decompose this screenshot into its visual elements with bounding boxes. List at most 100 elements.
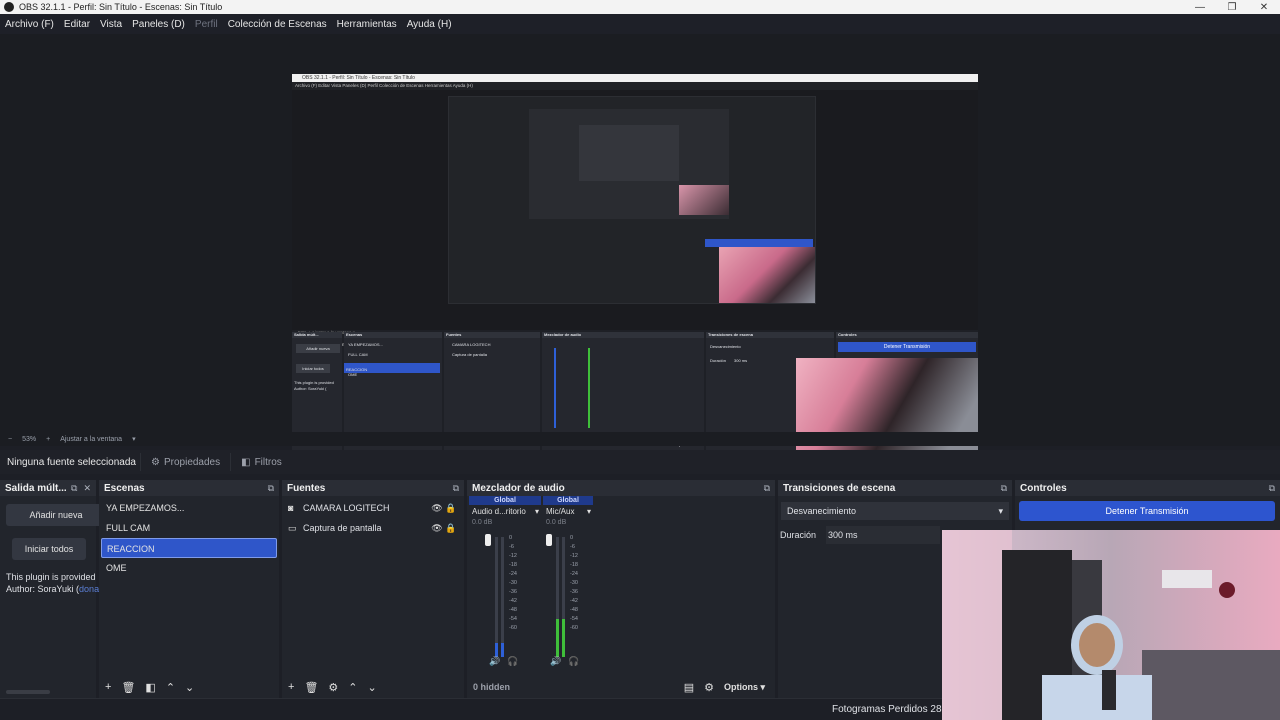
scene-item-selected[interactable]: REACCION [101, 538, 277, 558]
volume-scale-tick: -6 [509, 544, 514, 550]
filters-button[interactable]: ◧ Filtros [230, 453, 292, 471]
add-new-button[interactable]: Añadir nueva [6, 504, 106, 526]
lock-icon[interactable]: 🔒 [444, 523, 458, 534]
trash-icon[interactable]: 🗑 [304, 681, 318, 694]
undock-icon[interactable]: ⧉ [764, 483, 770, 494]
preview-area[interactable]: OBS 32.1.1 - Perfil: Sin Título - Escena… [0, 34, 1280, 460]
volume-scale-tick: -60 [570, 625, 578, 631]
volume-scale: 0 -6 -12 -18 -24 -30 -36 -42 -48 -54 -60 [570, 534, 578, 633]
menu-archivo[interactable]: Archivo (F) [5, 19, 54, 30]
maximize-button[interactable]: ❐ [1216, 2, 1248, 13]
move-down-icon[interactable]: ⌄ [185, 681, 194, 694]
nested-author: Author: SoraYuki ( [294, 386, 327, 391]
scene-item[interactable]: YA EMPEZAMOS... [101, 498, 277, 518]
volume-scale-tick: -24 [570, 571, 578, 577]
scene-item[interactable]: OME [101, 558, 277, 578]
scenes-toolbar: + 🗑 ◧ ⌃ ⌄ [99, 676, 279, 698]
menubar: Archivo (F) Editar Vista Paneles (D) Per… [0, 14, 1280, 34]
source-item[interactable]: ▭ Captura de pantalla 👁 🔒 [282, 518, 464, 538]
monitor-headphones-icon[interactable]: 🎧 [507, 656, 518, 667]
mute-icon[interactable]: 🔊 [489, 656, 500, 667]
properties-button[interactable]: ⚙ Propiedades [140, 453, 230, 471]
minimize-button[interactable]: — [1184, 2, 1216, 13]
duration-label: Duración [780, 530, 817, 540]
scene-item[interactable]: FULL CAM [101, 518, 277, 538]
nested-stop-button [705, 239, 813, 247]
options-button[interactable]: Options ▾ [724, 682, 765, 693]
volume-meter [556, 537, 559, 657]
volume-scale-tick: -42 [570, 598, 578, 604]
preview-canvas[interactable]: OBS 32.1.1 - Perfil: Sin Título - Escena… [292, 74, 978, 460]
volume-slider-knob[interactable] [546, 534, 552, 546]
volume-scale: 0 -6 -12 -18 -24 -30 -36 -42 -48 -54 -60 [509, 534, 517, 633]
output-scrollbar[interactable] [6, 690, 50, 694]
menu-paneles[interactable]: Paneles (D) [132, 19, 185, 30]
volume-meter [562, 537, 565, 657]
add-icon[interactable]: + [288, 681, 294, 693]
volume-meter [495, 537, 498, 657]
close-button[interactable]: ✕ [1248, 2, 1280, 13]
undock-icon[interactable]: ⧉ [453, 483, 459, 494]
monitor-headphones-icon[interactable]: 🎧 [568, 656, 579, 667]
hidden-count: 0 hidden [473, 682, 511, 692]
undock-icon[interactable]: ⧉ [268, 483, 274, 494]
zoom-dropdown-icon[interactable]: ▾ [132, 435, 136, 443]
lock-icon[interactable]: 🔒 [444, 503, 458, 514]
gear-icon: ⚙ [151, 456, 160, 468]
move-up-icon[interactable]: ⌃ [166, 681, 175, 694]
menu-editar[interactable]: Editar [64, 19, 90, 30]
filter-icon[interactable]: ◧ [145, 681, 155, 694]
move-down-icon[interactable]: ⌄ [368, 681, 377, 694]
eye-icon[interactable]: 👁 [430, 523, 444, 534]
channel-menu-icon[interactable]: ▾ [535, 507, 539, 519]
stop-stream-button[interactable]: Detener Transmisión [1019, 501, 1275, 521]
volume-scale-tick: -12 [570, 553, 578, 559]
nested-scene-0: YA EMPEZAMOS... [348, 342, 383, 347]
volume-scale-tick: 0 [509, 535, 513, 541]
volume-scale-tick: 0 [570, 535, 574, 541]
menu-perfil[interactable]: Perfil [195, 19, 218, 30]
advanced-audio-icon[interactable]: ⚙ [704, 681, 714, 694]
volume-scale-tick: -54 [509, 616, 517, 622]
move-up-icon[interactable]: ⌃ [348, 681, 357, 694]
global-label: Global [469, 496, 541, 505]
undock-icon[interactable]: ⧉ [1001, 483, 1007, 494]
start-all-button[interactable]: Iniciar todos [12, 538, 86, 560]
duration-input[interactable]: 300 ms [826, 526, 940, 544]
zoom-in-button[interactable]: + [46, 436, 50, 443]
chevron-down-icon: ▾ [998, 505, 1003, 516]
menu-coleccion[interactable]: Colección de Escenas [228, 19, 327, 30]
mixer-toolbar: 0 hidden ▤ ⚙ Options ▾ [467, 676, 775, 698]
nested-duration-value: 300 ms [734, 358, 748, 363]
zoom-fit[interactable]: Ajustar a la ventana [60, 436, 122, 443]
menu-ayuda[interactable]: Ayuda (H) [407, 19, 452, 30]
gear-icon[interactable]: ⚙ [328, 681, 338, 694]
mixer-strips: Global Audio d...ritorio ▾ 0.0 dB Global … [467, 496, 597, 672]
undock-icon[interactable]: ⧉ [71, 483, 77, 494]
volume-slider-knob[interactable] [485, 534, 491, 546]
dropped-frames: Fotogramas Perdidos 2815 ( [832, 704, 959, 715]
nested-source-0: CAMARA LOGITECH [452, 342, 491, 347]
eye-icon[interactable]: 👁 [430, 503, 444, 514]
trash-icon[interactable]: 🗑 [121, 681, 135, 694]
dock-close-icon[interactable]: ✕ [83, 483, 91, 494]
undock-icon[interactable]: ⧉ [1269, 483, 1275, 494]
volume-meter [501, 537, 504, 657]
mute-icon[interactable]: 🔊 [550, 656, 561, 667]
output-dock-header: Salida múlt... ⧉ ✕ [0, 480, 96, 496]
zoom-out-button[interactable]: − [8, 436, 12, 443]
layout-icon[interactable]: ▤ [684, 681, 694, 694]
add-icon[interactable]: + [105, 681, 111, 693]
transition-select[interactable]: Desvanecimiento ▾ [781, 502, 1009, 520]
obs-logo-icon [4, 2, 14, 12]
menu-herramientas[interactable]: Herramientas [337, 19, 397, 30]
source-item[interactable]: ◙ CAMARA LOGITECH 👁 🔒 [282, 498, 464, 518]
monitor-icon: ▭ [288, 522, 297, 533]
nested-duration: Duración [710, 358, 727, 363]
scenes-dock: Escenas ⧉ YA EMPEZAMOS... FULL CAM REACC… [99, 480, 279, 698]
filters-label: Filtros [254, 456, 282, 468]
nested-mixer-title: Mezclador de audio [544, 332, 582, 337]
menu-vista[interactable]: Vista [100, 19, 122, 30]
channel-menu-icon[interactable]: ▾ [587, 507, 591, 519]
channel-name: Mic/Aux [546, 507, 575, 516]
